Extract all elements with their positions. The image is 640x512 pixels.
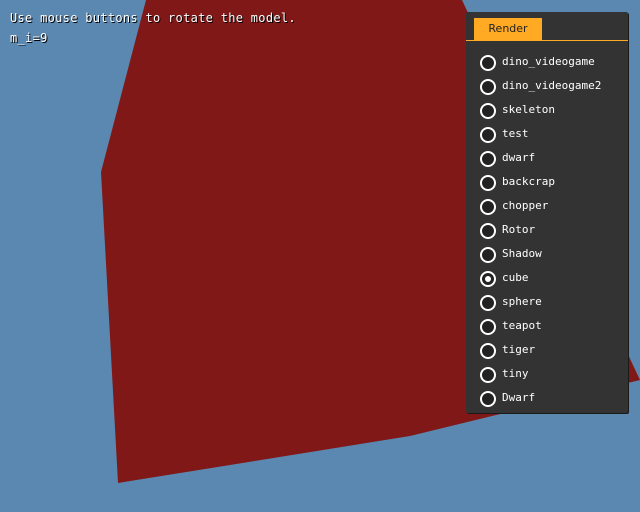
radio-label: test (502, 127, 529, 140)
radio-option-shadow[interactable]: Shadow (466, 242, 626, 266)
radio-option-teapot[interactable]: teapot (466, 314, 626, 338)
radio-option-tiger[interactable]: tiger (466, 338, 626, 362)
radio-option-tiny[interactable]: tiny (466, 362, 626, 386)
radio-label: Shadow (502, 247, 542, 260)
radio-unselected-icon[interactable] (480, 295, 496, 311)
radio-option-skeleton[interactable]: skeleton (466, 98, 626, 122)
radio-option-sphere[interactable]: sphere (466, 290, 626, 314)
debug-readout: m_i=9 (10, 31, 48, 45)
render-panel: Render dino_videogame dino_videogame2skel… (466, 12, 628, 413)
radio-label: cube (502, 271, 529, 284)
radio-option-backcrap[interactable]: backcrap (466, 170, 626, 194)
radio-option-rotor[interactable]: Rotor (466, 218, 626, 242)
radio-unselected-icon[interactable] (480, 175, 496, 191)
radio-label: chopper (502, 199, 549, 212)
radio-unselected-icon[interactable] (480, 247, 496, 263)
radio-unselected-icon[interactable] (480, 103, 496, 119)
radio-label: backcrap (502, 175, 555, 188)
tab-render[interactable]: Render (474, 18, 542, 40)
radio-label: dino_videogame (502, 55, 595, 68)
radio-label: teapot (502, 319, 542, 332)
radio-label: sphere (502, 295, 542, 308)
radio-unselected-icon[interactable] (480, 151, 496, 167)
radio-unselected-icon[interactable] (480, 127, 496, 143)
radio-unselected-icon[interactable] (480, 79, 496, 95)
radio-unselected-icon[interactable] (480, 343, 496, 359)
radio-label: Rotor (502, 223, 536, 236)
radio-unselected-icon[interactable] (480, 391, 496, 407)
radio-selected-icon[interactable] (480, 271, 496, 287)
radio-option-dwarf[interactable]: Dwarf (466, 386, 626, 410)
radio-option-test[interactable]: test (466, 122, 626, 146)
radio-option-dwarf[interactable]: dwarf (466, 146, 626, 170)
radio-label: tiny (502, 367, 529, 380)
radio-unselected-icon[interactable] (480, 199, 496, 215)
radio-unselected-icon[interactable] (480, 55, 496, 71)
tab-underline (466, 40, 628, 41)
radio-unselected-icon[interactable] (480, 223, 496, 239)
model-radio-group: dino_videogame dino_videogame2 skeleton tes… (466, 50, 626, 410)
radio-unselected-icon[interactable] (480, 367, 496, 383)
radio-option-chopper[interactable]: chopper (466, 194, 626, 218)
radio-label: dino_videogame2 (502, 79, 602, 92)
radio-label: tiger (502, 343, 536, 356)
radio-option-dino-videogame[interactable]: dino_videogame (466, 50, 626, 74)
radio-option-cube[interactable]: cube (466, 266, 626, 290)
radio-option-dino-videogame2[interactable]: dino_videogame2 (466, 74, 626, 98)
help-text: Use mouse buttons to rotate the model. (10, 11, 296, 25)
radio-unselected-icon[interactable] (480, 319, 496, 335)
radio-label: skeleton (502, 103, 555, 116)
radio-label: dwarf (502, 151, 536, 164)
radio-label: Dwarf (502, 391, 536, 404)
